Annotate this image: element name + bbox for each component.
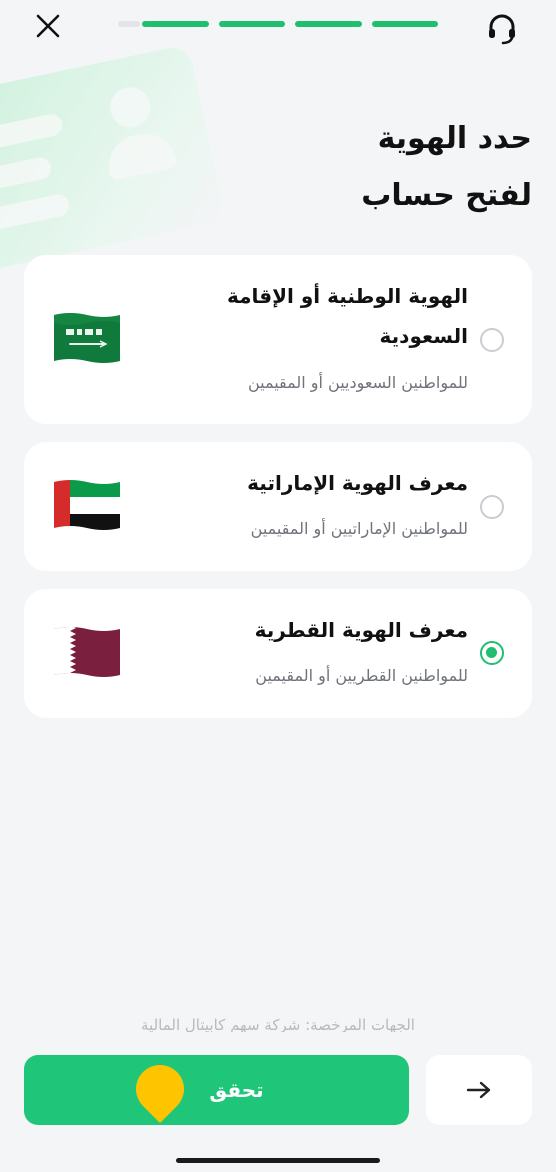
qatar-flag-icon: [54, 627, 120, 677]
page-title-line2: لفتح حساب: [361, 178, 532, 213]
verify-button-label: تحقق: [209, 1078, 264, 1102]
progress-step-done: [218, 21, 285, 27]
radio-button-selected[interactable]: [480, 641, 504, 665]
option-subtitle: للمواطنين القطريين أو المقيمين: [255, 666, 468, 685]
progress-step-done: [371, 21, 438, 27]
home-indicator: [176, 1158, 380, 1163]
progress-step-remaining: [118, 21, 140, 27]
option-qatar-id[interactable]: معرف الهوية القطرية للمواطنين القطريين أ…: [24, 589, 532, 718]
support-button[interactable]: [482, 8, 522, 48]
option-title: معرف الهوية الإماراتية: [247, 471, 468, 495]
option-subtitle: للمواطنين الإماراتيين أو المقيمين: [250, 519, 468, 538]
option-title-line1: الهوية الوطنية أو الإقامة: [227, 284, 468, 308]
close-icon: [36, 14, 60, 38]
headset-icon: [489, 14, 515, 45]
option-subtitle: للمواطنين السعوديين أو المقيمين: [247, 373, 468, 392]
progress-step-done: [142, 21, 209, 27]
saudi-flag-icon: [54, 313, 120, 363]
next-arrow-button[interactable]: [426, 1055, 532, 1125]
progress-step-done: [295, 21, 362, 27]
arrow-right-icon: [466, 1081, 491, 1099]
licensing-disclaimer: الجهات المرخصة: شركة سهم كابيتال المالية: [141, 1016, 415, 1032]
option-uae-id[interactable]: معرف الهوية الإماراتية للمواطنين الإمارا…: [24, 442, 532, 571]
option-title: معرف الهوية القطرية: [254, 618, 468, 642]
option-saudi-id[interactable]: الهوية الوطنية أو الإقامة السعودية للموا…: [24, 255, 532, 424]
radio-button[interactable]: [480, 495, 504, 519]
page-title-line1: حدد الهوية: [377, 121, 532, 156]
close-button[interactable]: [30, 8, 66, 44]
option-title: الهوية الوطنية أو الإقامة السعودية: [168, 276, 468, 356]
step-progress-bar: [118, 21, 438, 27]
verify-button[interactable]: تحقق: [24, 1055, 409, 1125]
location-pin-icon: [126, 1055, 194, 1123]
radio-button[interactable]: [480, 328, 504, 352]
option-title-line2: السعودية: [379, 324, 468, 348]
uae-flag-icon: [54, 480, 120, 530]
page-title: حدد الهوية لفتح حساب: [132, 110, 532, 224]
